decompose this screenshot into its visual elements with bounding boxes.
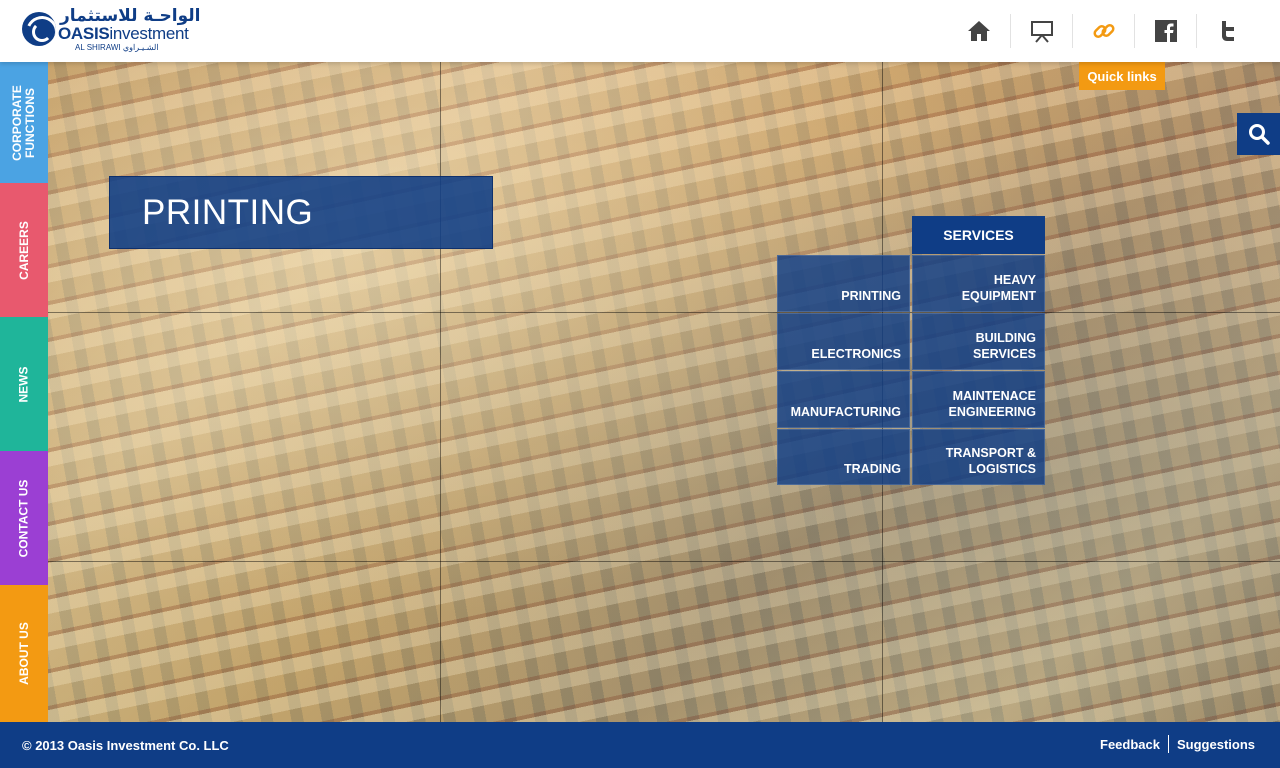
service-label: TRANSPORT & LOGISTICS xyxy=(945,446,1036,476)
logo-name-rest: investment xyxy=(109,24,189,43)
sidetab-label: CORPORATE FUNCTIONS xyxy=(10,84,37,161)
sidetab-label: CAREERS xyxy=(16,220,31,280)
footer-divider xyxy=(1167,735,1169,753)
service-printing[interactable]: PRINTING xyxy=(777,255,910,312)
search-icon xyxy=(1248,124,1270,145)
feedback-link[interactable]: Feedback xyxy=(1100,737,1160,752)
service-label: MAINTENACE ENGINEERING xyxy=(948,389,1036,419)
links-button[interactable] xyxy=(1072,14,1134,48)
sidetab-label: ABOUT US xyxy=(16,622,31,685)
sidetab-contact-us[interactable]: CONTACT US xyxy=(0,451,48,585)
service-heavy-equipment[interactable]: HEAVY EQUIPMENT xyxy=(912,255,1045,312)
service-transport-logistics[interactable]: TRANSPORT & LOGISTICS xyxy=(912,429,1045,485)
sidetab-news[interactable]: NEWS xyxy=(0,317,48,451)
search-button[interactable] xyxy=(1237,113,1280,155)
service-maintenance-engineering[interactable]: MAINTENACE ENGINEERING xyxy=(912,371,1045,428)
facebook-icon xyxy=(1154,20,1177,42)
suggestions-link[interactable]: Suggestions xyxy=(1177,737,1255,752)
sidetab-label: NEWS xyxy=(16,366,31,402)
grid-line xyxy=(440,62,441,722)
sidetab-label: CONTACT US xyxy=(16,479,31,557)
service-electronics[interactable]: ELECTRONICS xyxy=(777,313,910,370)
link-icon xyxy=(1092,23,1115,39)
facebook-button[interactable] xyxy=(1134,14,1196,48)
grid-line xyxy=(48,312,1280,313)
sidetab-corporate-functions[interactable]: CORPORATE FUNCTIONS xyxy=(0,62,48,183)
oasis-logo-mark-icon xyxy=(22,12,56,46)
logo-name-bold: OASIS xyxy=(58,24,110,43)
twitter-button[interactable] xyxy=(1196,14,1258,48)
logo-arabic-text: الواحـة للاستثمار xyxy=(60,6,201,26)
quick-links-button[interactable]: Quick links xyxy=(1079,62,1165,90)
footer-links: Feedback Suggestions xyxy=(1100,735,1255,753)
service-manufacturing[interactable]: MANUFACTURING xyxy=(777,371,910,428)
header-icon-bar xyxy=(948,14,1258,48)
presentation-icon xyxy=(1030,21,1053,43)
twitter-icon xyxy=(1221,21,1234,41)
home-icon xyxy=(968,21,990,41)
sidetab-careers[interactable]: CAREERS xyxy=(0,183,48,317)
presentation-button[interactable] xyxy=(1010,14,1072,48)
service-building-services[interactable]: BUILDING SERVICES xyxy=(912,313,1045,370)
oasis-logo[interactable]: الواحـة للاستثمار OASISinvestment AL SHI… xyxy=(22,6,200,56)
books-background xyxy=(48,62,1280,722)
side-navigation: CORPORATE FUNCTIONS CAREERS NEWS CONTACT … xyxy=(0,62,48,722)
services-heading[interactable]: SERVICES xyxy=(912,216,1045,254)
page-title: PRINTING xyxy=(142,193,314,232)
home-button[interactable] xyxy=(948,14,1010,48)
sidetab-about-us[interactable]: ABOUT US xyxy=(0,585,48,722)
footer: © 2013 Oasis Investment Co. LLC Feedback… xyxy=(0,722,1280,768)
logo-subtitle: AL SHIRAWI الشـيـراوي xyxy=(75,43,159,52)
logo-name: OASISinvestment xyxy=(58,24,189,44)
hero-background-image xyxy=(48,62,1280,722)
copyright-text: © 2013 Oasis Investment Co. LLC xyxy=(22,738,229,753)
grid-line xyxy=(48,561,1280,562)
service-trading[interactable]: TRADING xyxy=(777,429,910,485)
header: الواحـة للاستثمار OASISinvestment AL SHI… xyxy=(0,0,1280,62)
page-title-banner: PRINTING xyxy=(109,176,493,249)
